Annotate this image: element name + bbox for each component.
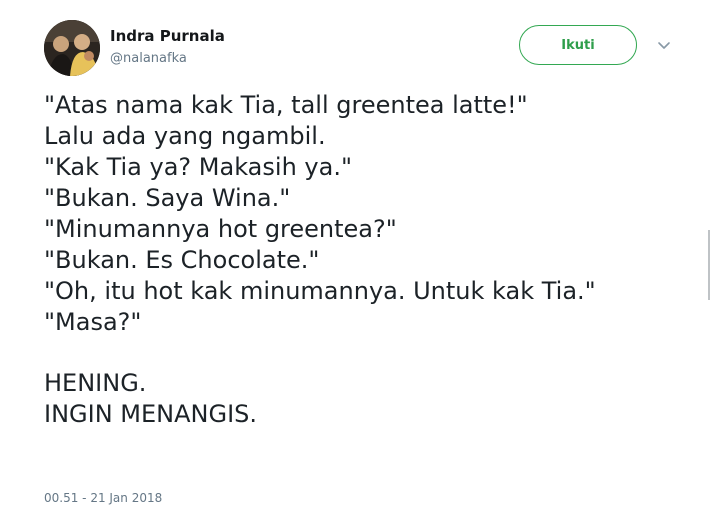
tweet-line: "Masa?" xyxy=(44,308,142,336)
tweet-text: "Atas nama kak Tia, tall greentea latte!… xyxy=(44,90,704,430)
avatar-photo xyxy=(44,20,100,76)
avatar[interactable] xyxy=(44,20,100,76)
tweet-line: HENING. xyxy=(44,369,147,397)
tweet-line: "Bukan. Es Chocolate." xyxy=(44,246,320,274)
tweet-line: "Atas nama kak Tia, tall greentea latte!… xyxy=(44,91,528,119)
scrollbar[interactable] xyxy=(708,230,710,300)
author-handle[interactable]: @nalanafka xyxy=(110,51,187,66)
author-display-name[interactable]: Indra Purnala xyxy=(110,27,225,45)
chevron-down-icon[interactable] xyxy=(656,37,672,53)
tweet-line: "Bukan. Saya Wina." xyxy=(44,184,291,212)
tweet-line: "Oh, itu hot kak minumannya. Untuk kak T… xyxy=(44,277,596,305)
tweet-card: Indra Purnala @nalanafka Ikuti "Atas nam… xyxy=(0,0,712,520)
follow-button-label: Ikuti xyxy=(561,37,595,53)
tweet-timestamp[interactable]: 00.51 - 21 Jan 2018 xyxy=(44,491,162,505)
tweet-line: INGIN MENANGIS. xyxy=(44,400,258,428)
tweet-line: "Kak Tia ya? Makasih ya." xyxy=(44,153,352,181)
follow-button[interactable]: Ikuti xyxy=(519,25,637,65)
tweet-line: "Minumannya hot greentea?" xyxy=(44,215,397,243)
tweet-line: Lalu ada yang ngambil. xyxy=(44,122,326,150)
